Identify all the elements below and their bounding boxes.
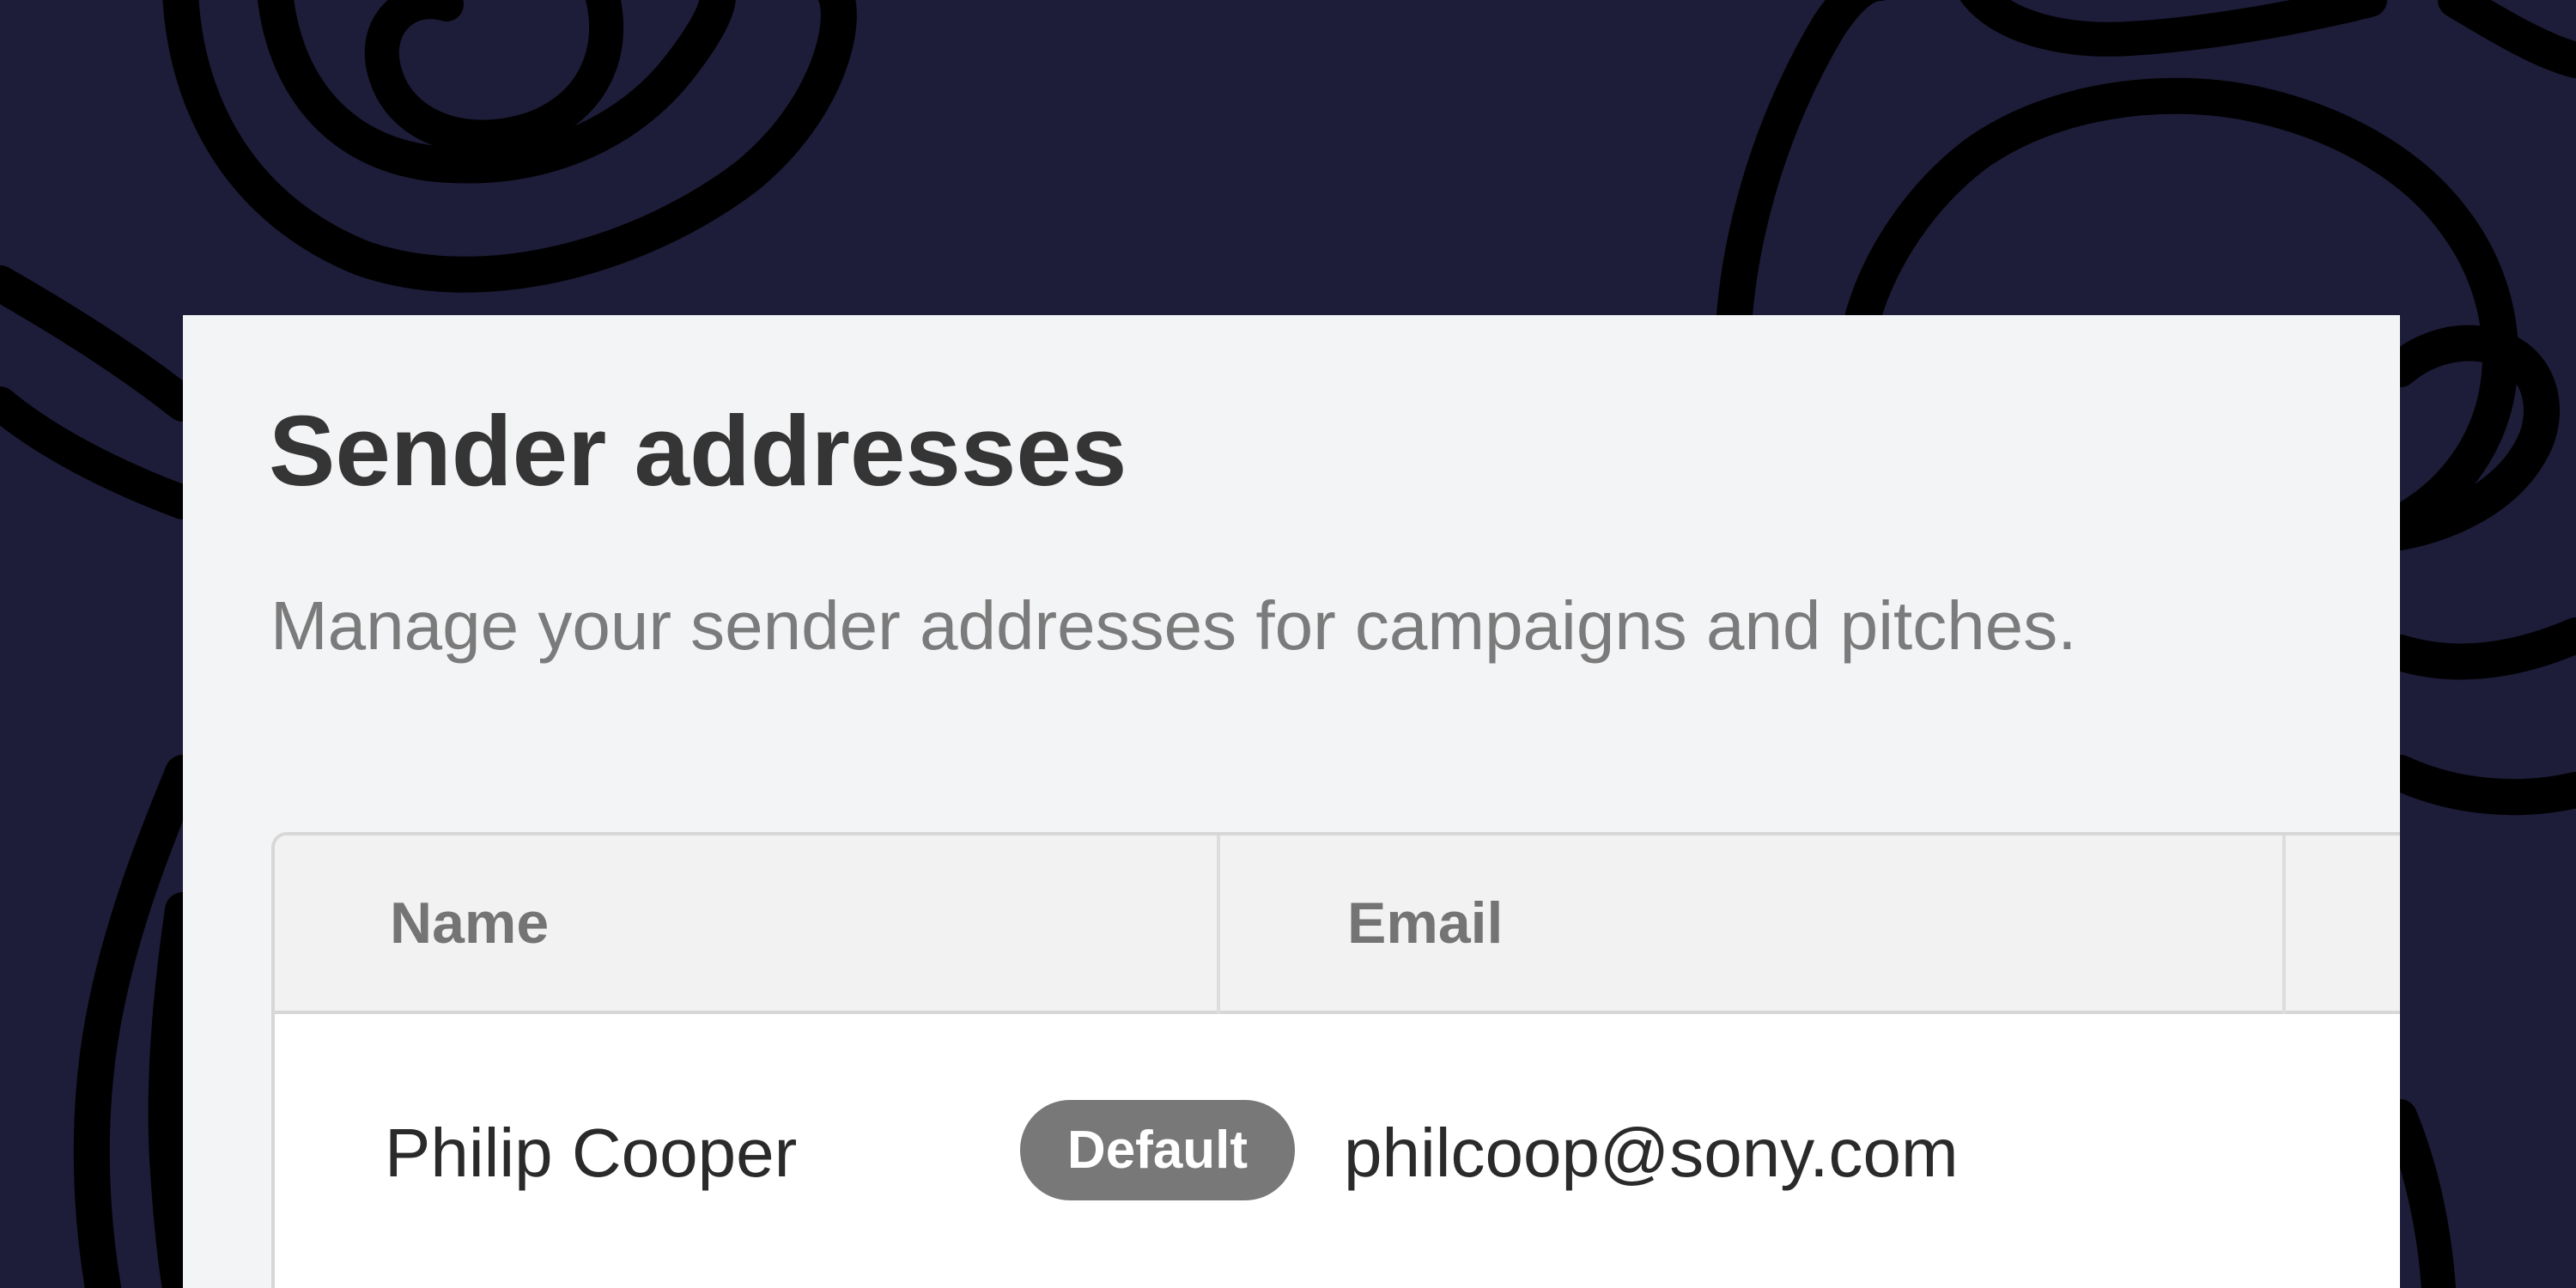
sender-addresses-card: Sender addresses Manage your sender addr… xyxy=(183,315,2400,1288)
column-header-name[interactable]: Name xyxy=(390,894,549,952)
table-row[interactable]: Philip Cooper Default philcoop@sony.com xyxy=(275,1014,2400,1288)
page-description: Manage your sender addresses for campaig… xyxy=(270,587,2077,664)
sender-name: Philip Cooper xyxy=(385,1115,798,1191)
column-divider[interactable] xyxy=(1217,835,1220,1014)
sender-addresses-table: Name Email Philip Cooper Default philcoo… xyxy=(271,832,2400,1288)
page-title: Sender addresses xyxy=(269,395,1127,507)
sender-email: philcoop@sony.com xyxy=(1344,1115,1959,1191)
column-divider[interactable] xyxy=(2282,835,2286,1014)
table-header: Name Email xyxy=(275,835,2400,1014)
default-badge: Default xyxy=(1020,1100,1295,1200)
column-header-email[interactable]: Email xyxy=(1347,894,1503,952)
